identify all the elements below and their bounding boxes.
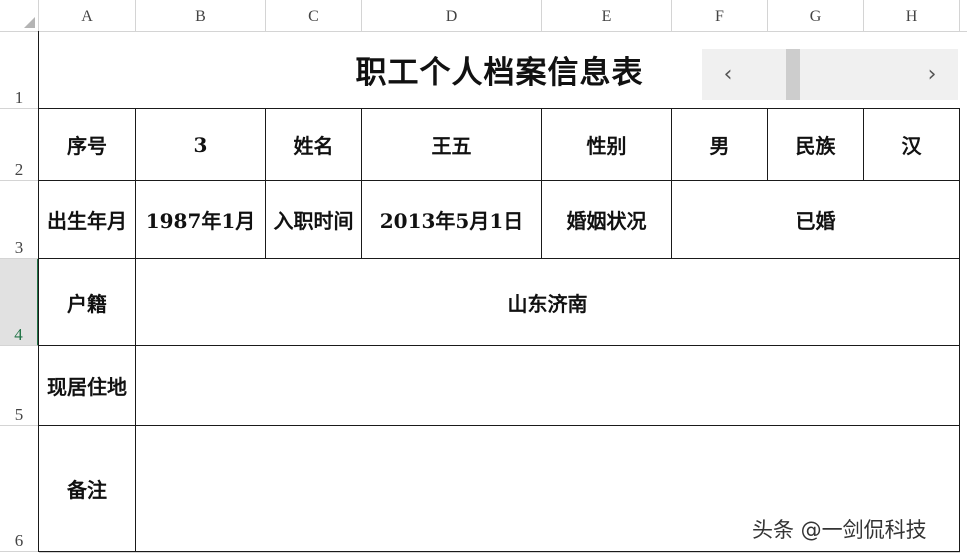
row6-bottom-gridline	[39, 552, 960, 553]
row-header-5[interactable]: 5	[0, 346, 39, 426]
row-header-1[interactable]: 1	[0, 31, 39, 109]
residence-value-cell[interactable]	[136, 346, 959, 425]
name-value-cell[interactable]: 王五	[362, 109, 541, 180]
column-header-f[interactable]: F	[672, 0, 768, 31]
gender-label-cell[interactable]: 性别	[542, 109, 671, 180]
hukou-value-cell[interactable]: 山东济南	[136, 259, 959, 345]
marital-value-cell[interactable]: 已婚	[672, 181, 959, 258]
scrollbar-control[interactable]: ‹ ›	[702, 49, 958, 100]
watermark-text: 头条 @一剑侃科技	[752, 518, 927, 542]
gender-value-cell[interactable]: 男	[672, 109, 767, 180]
row-header-4[interactable]: 4	[0, 259, 39, 346]
marital-label-cell[interactable]: 婚姻状况	[542, 181, 671, 258]
seq-value-cell[interactable]: 3	[136, 109, 265, 180]
row-header-6[interactable]: 6	[0, 426, 39, 552]
residence-label-cell[interactable]: 现居住地	[39, 346, 135, 425]
table-border-bottom	[38, 551, 960, 552]
hukou-label-cell[interactable]: 户籍	[39, 259, 135, 345]
select-all-corner[interactable]	[0, 0, 39, 31]
scrollbar-thumb[interactable]	[786, 49, 800, 100]
ethnicity-label-cell[interactable]: 民族	[768, 109, 863, 180]
hire-value-cell[interactable]: 2013年5月1日	[362, 181, 541, 258]
column-header-d[interactable]: D	[362, 0, 542, 31]
column-header-c[interactable]: C	[266, 0, 362, 31]
seq-label-cell[interactable]: 序号	[39, 109, 135, 180]
birth-value-cell[interactable]: 1987年1月	[136, 181, 265, 258]
hire-label-cell[interactable]: 入职时间	[266, 181, 361, 258]
table-border-right	[959, 108, 960, 552]
scroll-right-arrow-icon[interactable]: ›	[912, 49, 952, 100]
row-header-3[interactable]: 3	[0, 181, 39, 259]
birth-label-cell[interactable]: 出生年月	[39, 181, 135, 258]
select-all-triangle-icon	[24, 17, 35, 28]
ethnicity-value-cell[interactable]: 汉	[864, 109, 959, 180]
column-header-a[interactable]: A	[39, 0, 136, 31]
column-header-e[interactable]: E	[542, 0, 672, 31]
scroll-left-arrow-icon[interactable]: ‹	[708, 49, 748, 100]
row-header-2[interactable]: 2	[0, 109, 39, 181]
column-header-g[interactable]: G	[768, 0, 864, 31]
notes-label-cell[interactable]: 备注	[39, 426, 135, 551]
column-header-b[interactable]: B	[136, 0, 266, 31]
column-header-bar: A B C D E F G H	[0, 0, 967, 32]
column-header-h[interactable]: H	[864, 0, 960, 31]
name-label-cell[interactable]: 姓名	[266, 109, 361, 180]
